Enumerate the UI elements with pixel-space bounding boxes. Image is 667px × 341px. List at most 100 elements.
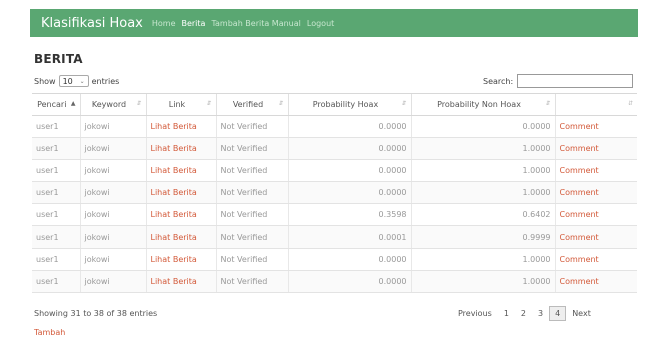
search-control: Search:: [483, 74, 634, 88]
sort-asc-icon: ▲: [70, 100, 76, 107]
cell-verified: Not Verified: [215, 203, 288, 227]
cell-probability-hoax: 0.0000: [287, 159, 411, 183]
pagination-previous[interactable]: Previous: [452, 307, 498, 320]
tambah-link[interactable]: Tambah: [34, 328, 65, 337]
comment-link[interactable]: Comment: [554, 203, 637, 227]
comment-link[interactable]: Comment: [554, 137, 637, 161]
cell-keyword: jokowi: [79, 248, 146, 271]
search-input[interactable]: [517, 74, 634, 88]
lihat-berita-link[interactable]: Lihat Berita: [145, 225, 216, 249]
cell-keyword: jokowi: [79, 137, 146, 161]
table-body: user1 jokowi Lihat Berita Not Verified 0…: [32, 115, 637, 293]
search-label: Search:: [483, 76, 514, 86]
lihat-berita-link[interactable]: Lihat Berita: [145, 181, 216, 205]
cell-keyword: jokowi: [79, 270, 146, 293]
column-header-action[interactable]: ⇵: [554, 93, 637, 116]
nav-home[interactable]: Home: [152, 19, 176, 28]
nav-berita[interactable]: Berita: [181, 19, 205, 28]
chevron-down-icon: ⌄: [79, 77, 85, 85]
cell-probability-hoax: 0.0000: [287, 181, 411, 205]
comment-link[interactable]: Comment: [554, 270, 637, 293]
cell-probability-non-hoax: 1.0000: [410, 137, 555, 161]
sort-both-icon: ⇵: [136, 100, 142, 107]
comment-link[interactable]: Comment: [554, 248, 637, 271]
berita-table: Pencari ▲ Keyword ⇵ Link ⇵ Verified ⇵ Probab…: [32, 93, 637, 293]
comment-link[interactable]: Comment: [554, 225, 637, 249]
cell-verified: Not Verified: [215, 270, 288, 293]
cell-verified: Not Verified: [215, 159, 288, 183]
column-header-probability-non-hoax[interactable]: Probability Non Hoax ⇵: [410, 93, 555, 116]
sort-both-icon: ⇵: [206, 100, 212, 107]
cell-probability-non-hoax: 1.0000: [410, 248, 555, 271]
cell-probability-non-hoax: 1.0000: [410, 181, 555, 205]
column-header-probability-hoax[interactable]: Probability Hoax ⇵: [287, 93, 411, 116]
cell-keyword: jokowi: [79, 181, 146, 205]
pagination-next[interactable]: Next: [566, 307, 597, 320]
column-header-verified[interactable]: Verified ⇵: [215, 93, 288, 116]
table-row: user1 jokowi Lihat Berita Not Verified 0…: [32, 225, 637, 249]
sort-both-icon: ⇵: [545, 100, 551, 107]
comment-link[interactable]: Comment: [554, 115, 637, 139]
cell-probability-hoax: 0.0000: [287, 248, 411, 271]
column-header-pencari[interactable]: Pencari ▲: [32, 93, 80, 116]
navbar: Klasifikasi Hoax Home Berita Tambah Beri…: [30, 9, 638, 37]
table-row: user1 jokowi Lihat Berita Not Verified 0…: [32, 137, 637, 161]
lihat-berita-link[interactable]: Lihat Berita: [145, 203, 216, 227]
cell-verified: Not Verified: [215, 225, 288, 249]
comment-link[interactable]: Comment: [554, 181, 637, 205]
entries-length-control: Show 10 ⌄ entries: [34, 75, 119, 87]
table-header-row: Pencari ▲ Keyword ⇵ Link ⇵ Verified ⇵ Probab…: [32, 93, 637, 116]
navbar-brand[interactable]: Klasifikasi Hoax: [41, 16, 143, 31]
table-row: user1 jokowi Lihat Berita Not Verified 0…: [32, 159, 637, 183]
table-info: Showing 31 to 38 of 38 entries: [34, 309, 158, 318]
cell-keyword: jokowi: [79, 225, 146, 249]
cell-probability-hoax: 0.3598: [287, 203, 411, 227]
pagination: Previous 1 2 3 4 Next: [452, 306, 597, 321]
pagination-page-3[interactable]: 3: [532, 307, 549, 320]
table-row: user1 jokowi Lihat Berita Not Verified 0…: [32, 248, 637, 271]
pagination-page-1[interactable]: 1: [498, 307, 515, 320]
cell-keyword: jokowi: [79, 159, 146, 183]
nav-logout[interactable]: Logout: [307, 19, 334, 28]
table-row: user1 jokowi Lihat Berita Not Verified 0…: [32, 203, 637, 227]
entries-select-value: 10: [62, 76, 73, 86]
cell-probability-non-hoax: 1.0000: [410, 159, 555, 183]
lihat-berita-link[interactable]: Lihat Berita: [145, 248, 216, 271]
show-label: Show: [34, 76, 56, 86]
lihat-berita-link[interactable]: Lihat Berita: [145, 115, 216, 139]
entries-select[interactable]: 10 ⌄: [58, 75, 89, 87]
cell-probability-hoax: 0.0000: [287, 270, 411, 293]
column-header-keyword[interactable]: Keyword ⇵: [79, 93, 146, 116]
sort-both-icon: ⇵: [627, 100, 633, 107]
cell-pencari: user1: [32, 159, 80, 183]
table-row: user1 jokowi Lihat Berita Not Verified 0…: [32, 115, 637, 139]
nav-tambah-berita-manual[interactable]: Tambah Berita Manual: [211, 19, 300, 28]
cell-verified: Not Verified: [215, 115, 288, 139]
cell-pencari: user1: [32, 115, 80, 139]
cell-pencari: user1: [32, 225, 80, 249]
cell-pencari: user1: [32, 203, 80, 227]
pagination-page-4-current[interactable]: 4: [549, 306, 567, 321]
sort-both-icon: ⇵: [401, 100, 407, 107]
lihat-berita-link[interactable]: Lihat Berita: [145, 137, 216, 161]
cell-pencari: user1: [32, 270, 80, 293]
cell-probability-non-hoax: 0.9999: [410, 225, 555, 249]
cell-probability-hoax: 0.0000: [287, 115, 411, 139]
cell-keyword: jokowi: [79, 203, 146, 227]
page-title: BERITA: [34, 52, 83, 66]
comment-link[interactable]: Comment: [554, 159, 637, 183]
sort-both-icon: ⇵: [278, 100, 284, 107]
cell-probability-hoax: 0.0000: [287, 137, 411, 161]
cell-keyword: jokowi: [79, 115, 146, 139]
cell-pencari: user1: [32, 137, 80, 161]
lihat-berita-link[interactable]: Lihat Berita: [145, 270, 216, 293]
table-row: user1 jokowi Lihat Berita Not Verified 0…: [32, 181, 637, 205]
table-row: user1 jokowi Lihat Berita Not Verified 0…: [32, 270, 637, 293]
column-header-link[interactable]: Link ⇵: [145, 93, 216, 116]
cell-probability-non-hoax: 0.0000: [410, 115, 555, 139]
entries-label: entries: [91, 76, 120, 86]
cell-pencari: user1: [32, 248, 80, 271]
lihat-berita-link[interactable]: Lihat Berita: [145, 159, 216, 183]
pagination-page-2[interactable]: 2: [515, 307, 532, 320]
cell-verified: Not Verified: [215, 137, 288, 161]
